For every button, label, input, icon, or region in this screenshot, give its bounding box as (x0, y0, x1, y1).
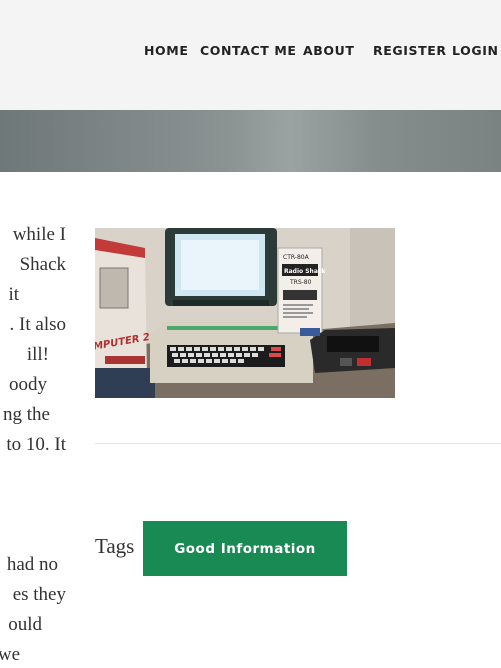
box-label: CTR-80A (283, 254, 310, 261)
article-line: es they (12, 584, 66, 605)
main-nav: HOME CONTACT ME ABOUT REGISTER LOGIN (0, 43, 501, 61)
article-image: MPUTER 2 CTR-80A Radio Shack TRS-80 (95, 228, 395, 398)
article-body: while I Shack it . It also ill! oody ng … (0, 224, 70, 668)
tag-good-information[interactable]: Good Information (143, 521, 347, 576)
site-header: HOME CONTACT ME ABOUT REGISTER LOGIN (0, 0, 501, 110)
nav-contact-me[interactable]: CONTACT ME (200, 43, 297, 58)
article-line: we (0, 644, 20, 665)
article-line: it (8, 284, 19, 305)
article-line: ill! (26, 344, 49, 365)
tags-label: Tags (95, 534, 135, 558)
vintage-computer-photo: MPUTER 2 CTR-80A Radio Shack TRS-80 (95, 228, 395, 398)
box-label: Radio Shack (284, 268, 326, 275)
nav-register[interactable]: REGISTER (373, 43, 447, 58)
nav-home[interactable]: HOME (144, 43, 188, 58)
article-line: Shack (19, 254, 66, 275)
article-line: ould (8, 614, 42, 635)
page-banner (0, 110, 501, 172)
box-label: TRS-80 (289, 279, 312, 286)
article-line: had no (6, 554, 58, 575)
article-line: to 10. It (6, 434, 66, 455)
nav-login[interactable]: LOGIN (452, 43, 499, 58)
article-line: while I (12, 224, 66, 245)
article-line: . It also (9, 314, 66, 335)
article-line: oody (9, 374, 47, 395)
section-divider (95, 443, 501, 444)
nav-about[interactable]: ABOUT (303, 43, 355, 58)
article-line: ng the (3, 404, 50, 425)
